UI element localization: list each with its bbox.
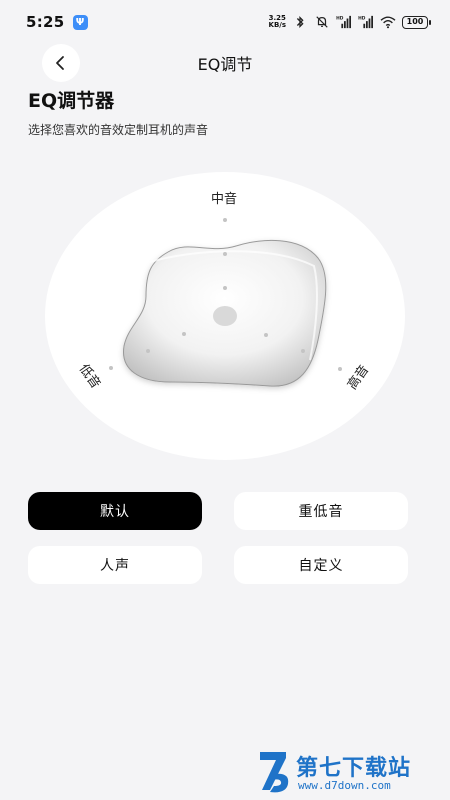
page-subtitle: 选择您喜欢的音效定制耳机的声音 (28, 123, 209, 137)
status-left: 5:25 Ψ (26, 13, 88, 31)
signal-icon: HD (358, 15, 373, 29)
eq-label-mid: 中音 (211, 192, 238, 207)
preset-default-button[interactable]: 默认 (28, 492, 202, 530)
watermark: 第七下载站 www.d7down.com (256, 748, 446, 796)
battery-icon: 100 (402, 15, 431, 29)
signal-icon: HD (336, 15, 351, 29)
preset-bass-button[interactable]: 重低音 (234, 492, 408, 530)
eq-drag-area[interactable] (120, 240, 330, 390)
network-speed-unit: KB/s (268, 21, 286, 29)
status-time: 5:25 (26, 13, 65, 31)
page-title: EQ调节器 (28, 90, 115, 112)
signal-hd-label: HD (336, 15, 344, 21)
nav-title: EQ调节 (197, 55, 253, 74)
preset-vocal-button[interactable]: 人声 (28, 546, 202, 584)
preset-custom-button[interactable]: 自定义 (234, 546, 408, 584)
status-bar: 5:25 Ψ 3.25 KB/s HD HD 100 (0, 0, 450, 44)
status-right: 3.25 KB/s HD HD 100 (269, 15, 431, 29)
signal-hd-label: HD (358, 15, 366, 21)
network-speed: 3.25 KB/s (269, 15, 286, 29)
mute-bell-icon (316, 16, 328, 28)
watermark-logo-icon (260, 752, 289, 793)
bluetooth-icon (296, 16, 304, 28)
wifi-icon (380, 16, 396, 29)
watermark-url: www.d7down.com (298, 779, 391, 792)
app-notification-icon: Ψ (72, 14, 88, 30)
watermark-name: 第七下载站 (296, 756, 412, 781)
nav-bar: EQ调节 (0, 40, 450, 82)
